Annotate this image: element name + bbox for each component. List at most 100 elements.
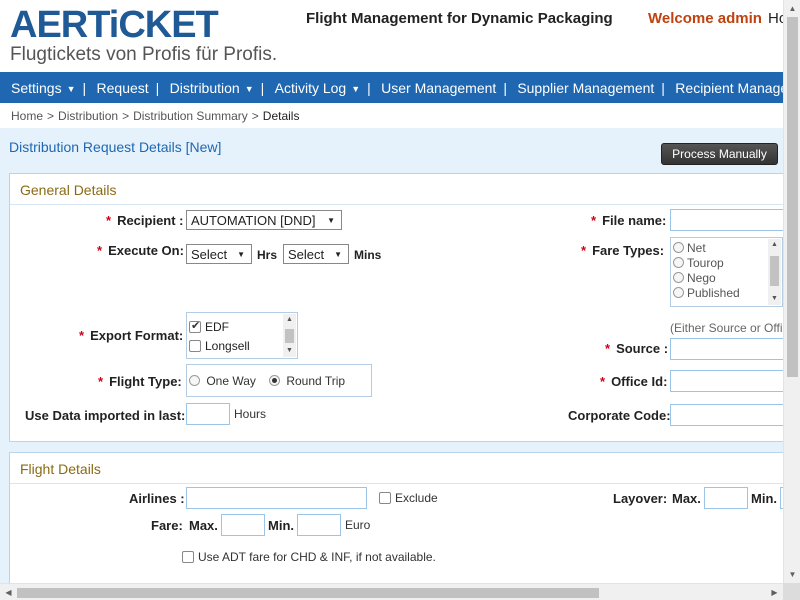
scroll-down-icon[interactable]: ▼ [784,566,800,583]
fare-label: Fare: [151,518,183,533]
airlines-input[interactable] [186,487,367,509]
fare-type-option[interactable]: Nego [673,271,716,285]
scroll-thumb[interactable] [17,588,599,598]
mins-select-value: Select [288,246,325,262]
breadcrumb-home[interactable]: Home [11,109,43,123]
scroll-up-icon[interactable]: ▲ [768,239,781,251]
radio-button[interactable] [673,257,684,268]
execute-hours-select[interactable]: Select ▼ [186,244,252,264]
dropdown-arrow-icon: ▼ [327,215,335,225]
office-id-input[interactable] [670,370,783,392]
radio-button[interactable] [673,272,684,283]
source-input[interactable] [670,338,783,360]
nav-activity-log-label: Activity Log [274,79,347,96]
fare-max-input[interactable] [221,514,265,536]
scrollbar-corner [783,583,800,600]
scroll-up-icon[interactable]: ▲ [784,0,800,17]
nav-user-management-label: User Management [381,79,497,96]
app-title: Flight Management for Dynamic Packaging [306,10,613,27]
corporate-code-input[interactable] [670,404,783,426]
export-format-listbox[interactable]: EDF Longsell ▲ ▼ [186,312,298,359]
horizontal-scrollbar[interactable]: ◀ ▶ [0,583,783,600]
export-format-label: * Export Format: [79,328,183,343]
nav-supplier-management-label: Supplier Management [517,79,655,96]
recipient-select[interactable]: AUTOMATION [DND] ▼ [186,210,342,230]
nav-request[interactable]: Request [83,72,159,103]
scroll-down-icon[interactable]: ▼ [283,345,296,357]
radio-button[interactable] [189,375,200,386]
recipient-label-text: Recipient : [117,213,184,228]
flight-type-round-trip[interactable]: Round Trip [269,374,345,388]
fare-type-label: Nego [687,271,716,285]
nav-activity-log[interactable]: Activity Log ▼ [261,72,371,103]
breadcrumb-distribution[interactable]: Distribution [58,109,118,123]
breadcrumb-separator: > [251,109,259,123]
scroll-thumb[interactable] [770,256,779,286]
process-manually-button[interactable]: Process Manually [661,143,778,165]
nav-recipient-management[interactable]: Recipient Management [661,72,783,103]
flight-type-label: * Flight Type: [98,374,182,389]
radio-button-selected[interactable] [269,375,280,386]
corporate-code-label: Corporate Code: [568,408,671,423]
scroll-right-icon[interactable]: ▶ [766,584,783,600]
listbox-scrollbar[interactable]: ▲ ▼ [283,314,296,357]
scroll-down-icon[interactable]: ▼ [768,293,781,305]
section-title: General Details [20,182,117,198]
fare-types-listbox[interactable]: Net Tourop Nego Published ▲ ▼ [670,237,783,307]
layover-max-input[interactable] [704,487,748,509]
office-id-label-text: Office Id: [611,374,668,389]
fare-type-label: Net [687,241,706,255]
scroll-thumb[interactable] [787,17,798,377]
file-name-input[interactable] [670,209,783,231]
scroll-thumb[interactable] [285,329,294,343]
adt-fare-label: Use ADT fare for CHD & INF, if not avail… [198,550,436,564]
use-data-label: Use Data imported in last: [25,408,186,423]
currency-label: Euro [345,518,371,532]
file-name-label-text: File name: [602,213,667,228]
hours-select-value: Select [191,246,228,262]
home-link[interactable]: Ho [768,10,783,27]
nav-user-management[interactable]: User Management [367,72,506,103]
breadcrumb-summary[interactable]: Distribution Summary [133,109,248,123]
fare-min-input[interactable] [297,514,341,536]
export-option-longsell[interactable]: Longsell [189,339,250,353]
export-option-edf[interactable]: EDF [189,319,229,334]
radio-button[interactable] [673,242,684,253]
scroll-up-icon[interactable]: ▲ [283,314,296,326]
execute-on-label: * Execute On: [97,243,184,258]
checkbox[interactable] [189,340,201,352]
exclude-option[interactable]: Exclude [379,491,438,505]
checkbox[interactable] [379,492,391,504]
fare-type-label: Published [687,286,740,300]
nav-supplier-management[interactable]: Supplier Management [503,72,664,103]
hours-input[interactable] [186,403,230,425]
airlines-label: Airlines : [129,491,185,506]
nav-distribution[interactable]: Distribution ▼ [156,72,264,103]
scroll-left-icon[interactable]: ◀ [0,584,17,600]
layover-max-label: Max. [672,491,701,506]
checkbox-checked[interactable] [189,319,201,333]
aerticket-logo[interactable]: AERTiCKET Flugtickets von Profis für Pro… [10,6,277,66]
adt-fare-option[interactable]: Use ADT fare for CHD & INF, if not avail… [182,550,436,564]
fare-type-option[interactable]: Published [673,286,740,300]
hours-unit-label: Hours [234,407,267,421]
vertical-scrollbar[interactable]: ▲ ▼ [783,0,800,583]
divider [10,204,783,205]
fare-type-option[interactable]: Tourop [673,256,724,270]
flight-type-one-way[interactable]: One Way [189,374,256,388]
breadcrumb-current: Details [262,109,300,123]
fare-type-option[interactable]: Net [673,241,706,255]
hrs-label: Hrs [257,248,278,262]
checkbox[interactable] [182,551,194,563]
mins-label: Mins [354,248,382,262]
nav-settings[interactable]: Settings ▼ [0,72,86,103]
radio-button[interactable] [673,287,684,298]
source-label: * Source : [605,341,668,356]
section-title: Flight Details [20,461,101,477]
listbox-scrollbar[interactable]: ▲ ▼ [768,239,781,305]
execute-mins-select[interactable]: Select ▼ [283,244,349,264]
required-mark: * [98,374,104,389]
recipient-label: * Recipient : [106,213,184,228]
flight-type-group: One Way Round Trip [186,364,372,397]
exclude-label: Exclude [395,491,438,505]
